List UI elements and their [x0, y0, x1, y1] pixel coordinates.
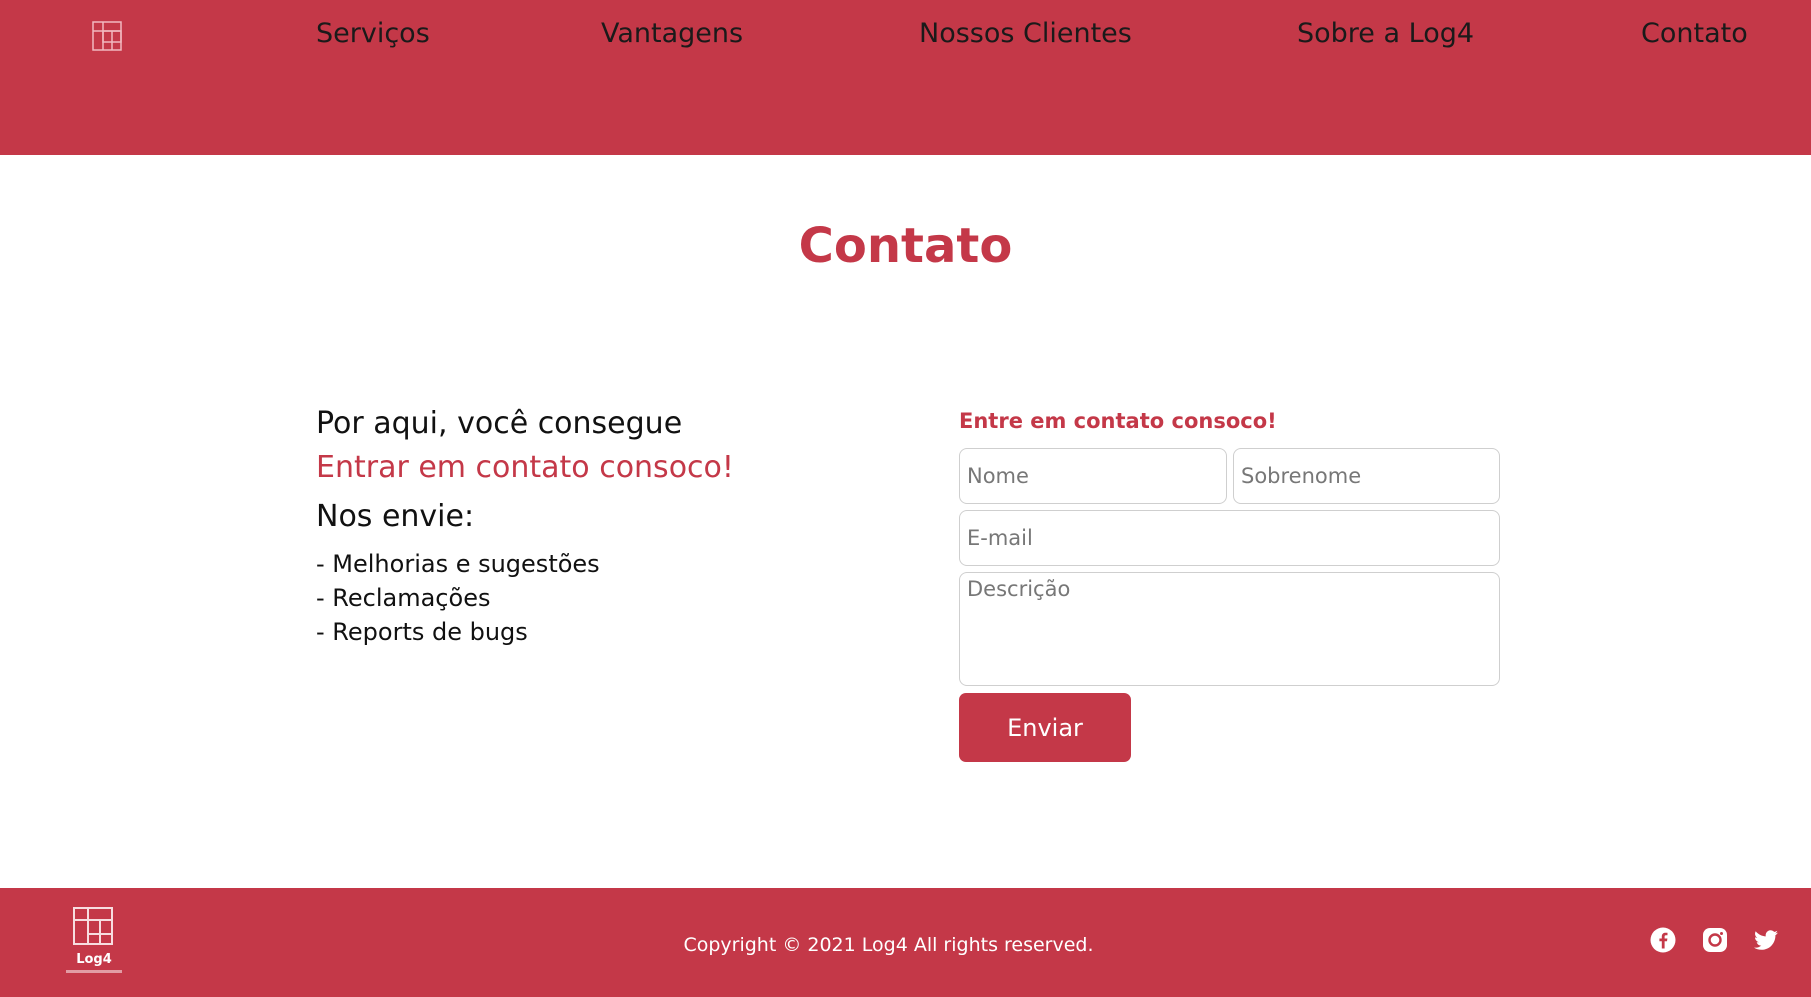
list-item: - Melhorias e sugestões	[316, 550, 600, 578]
list-item: - Reports de bugs	[316, 618, 528, 646]
intro-heading: Por aqui, você consegue	[316, 406, 683, 441]
intro-list: - Melhorias e sugestões - Reclamações - …	[316, 547, 600, 649]
log4-logo-icon[interactable]	[91, 20, 123, 52]
top-navigation-bar: Serviços Vantagens Nossos Clientes Sobre…	[0, 0, 1811, 155]
intro-subheading: Nos envie:	[316, 499, 475, 534]
nav-servicos[interactable]: Serviços	[316, 16, 430, 52]
nav-contato[interactable]: Contato	[1641, 16, 1748, 52]
form-title: Entre em contato consoco!	[959, 409, 1277, 433]
intro-highlight: Entrar em contato consoco!	[316, 450, 734, 485]
nav-sobre-log4[interactable]: Sobre a Log4	[1297, 16, 1474, 52]
footer: Log4 Copyright © 2021 Log4 All rights re…	[0, 888, 1811, 997]
email-field[interactable]	[959, 510, 1500, 566]
facebook-icon[interactable]	[1649, 926, 1677, 954]
sobrenome-field[interactable]	[1233, 448, 1500, 504]
instagram-icon[interactable]	[1701, 926, 1729, 954]
twitter-icon[interactable]	[1752, 926, 1780, 954]
enviar-button[interactable]: Enviar	[959, 693, 1131, 762]
page-title: Contato	[798, 218, 1013, 274]
nav-vantagens[interactable]: Vantagens	[601, 16, 743, 52]
descricao-field[interactable]	[959, 572, 1500, 686]
list-item: - Reclamações	[316, 584, 491, 612]
footer-logo-tagline	[66, 970, 122, 973]
nome-field[interactable]	[959, 448, 1227, 504]
nav-nossos-clientes[interactable]: Nossos Clientes	[919, 16, 1132, 52]
copyright-text: Copyright © 2021 Log4 All rights reserve…	[683, 934, 1094, 956]
